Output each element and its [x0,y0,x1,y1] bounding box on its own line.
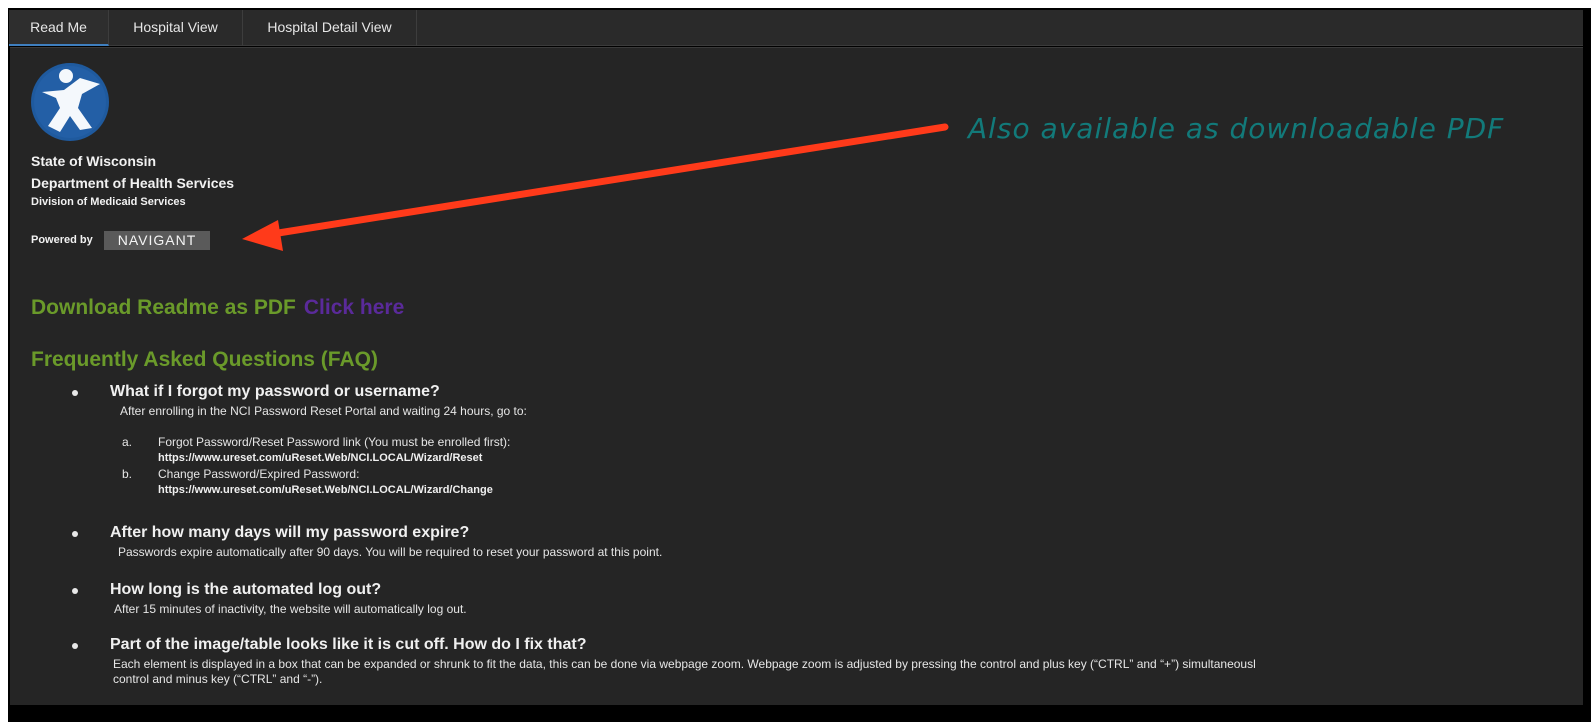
org-state: State of Wisconsin [31,153,157,169]
faq-sub-text-b: Change Password/Expired Password: [158,467,360,481]
reset-password-url[interactable]: https://www.ureset.com/uReset.Web/NCI.LO… [158,452,482,464]
download-readme: Download Readme as PDF Click here [31,296,404,320]
faq-sub-label-b: b. [122,467,133,481]
bullet-icon [72,531,78,537]
faq-question-2: After how many days will my password exp… [110,524,470,541]
faq-sub-text-a: Forgot Password/Reset Password link (You… [158,435,511,449]
faq-answer-2: Passwords expire automatically after 90 … [118,545,663,559]
powered-by-label: Powered by [31,234,93,246]
annotation-text: Also available as downloadable PDF [968,112,1505,145]
faq-question-3: How long is the automated log out? [110,581,382,598]
download-pdf-link[interactable]: Click here [304,296,404,319]
tab-hospital-view[interactable]: Hospital View [109,10,243,46]
org-department: Department of Health Services [31,175,235,191]
faq-answer-4-line2: control and minus key (“CTRL” and “-”). [113,672,323,686]
wi-dhs-figure-icon [31,63,109,141]
org-division: Division of Medicaid Services [31,196,186,208]
faq-answer-1: After enrolling in the NCI Password Rese… [120,404,527,418]
bullet-icon [72,643,78,649]
bullet-icon [72,390,78,396]
readme-content: State of Wisconsin Department of Health … [10,47,1583,705]
faq-sub-label-a: a. [122,435,133,449]
navigant-logo: NAVIGANT [104,231,210,250]
change-password-url[interactable]: https://www.ureset.com/uReset.Web/NCI.LO… [158,484,493,496]
tab-hospital-detail-view[interactable]: Hospital Detail View [243,10,417,46]
faq-heading: Frequently Asked Questions (FAQ) [31,348,378,371]
faq-answer-4-line1: Each element is displayed in a box that … [113,657,1256,671]
faq-question-1: What if I forgot my password or username… [110,383,440,400]
faq-answer-3: After 15 minutes of inactivity, the webs… [114,602,467,616]
download-label: Download Readme as PDF [31,296,296,319]
tab-bar: Read Me Hospital View Hospital Detail Vi… [9,10,1583,46]
bullet-icon [72,588,78,594]
tab-read-me[interactable]: Read Me [9,10,109,46]
faq-question-4: Part of the image/table looks like it is… [110,636,587,653]
